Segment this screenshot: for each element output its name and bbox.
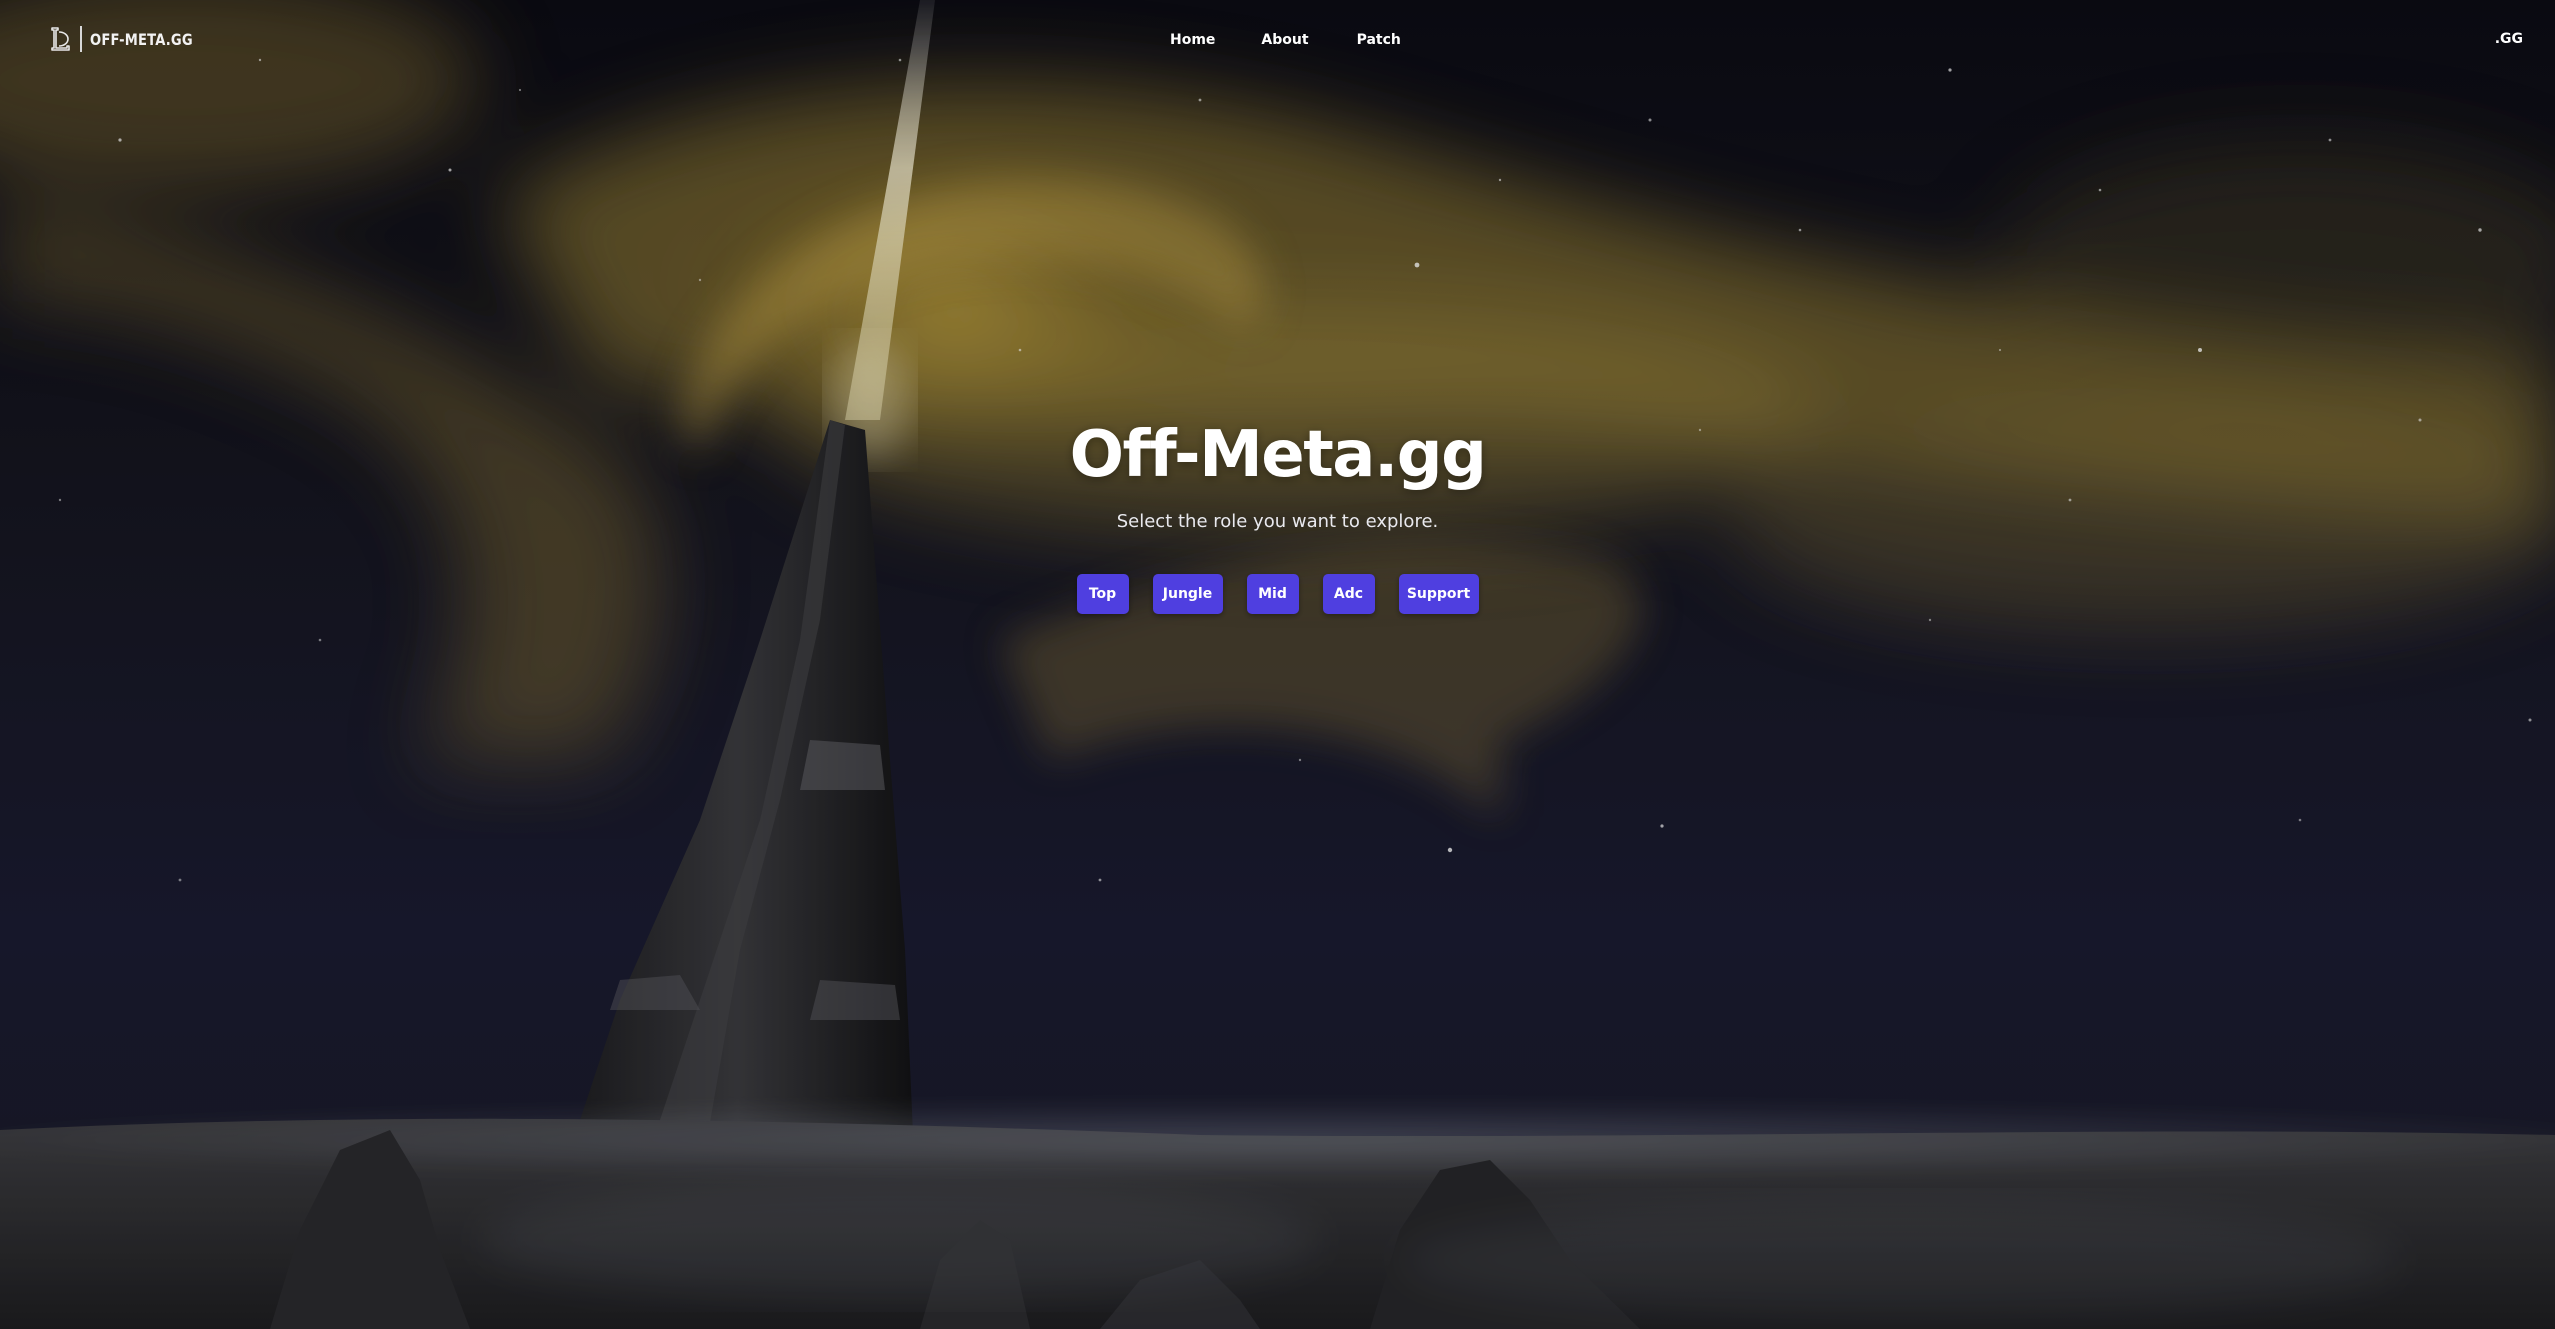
- role-adc-button[interactable]: Adc: [1322, 574, 1375, 614]
- role-top-button[interactable]: Top: [1076, 574, 1129, 614]
- brand-logo-link[interactable]: OFF-META.GG: [50, 24, 215, 54]
- page: OFF-META.GG Home About Patch .GG Off-Met…: [0, 0, 2555, 1329]
- top-navigation-bar: OFF-META.GG Home About Patch .GG: [0, 0, 2555, 80]
- role-jungle-button[interactable]: Jungle: [1152, 574, 1223, 614]
- brand-divider: [80, 26, 82, 52]
- nav-patch-link[interactable]: Patch: [1357, 30, 1401, 50]
- brand-name: OFF-META.GG: [90, 29, 193, 49]
- hero-title: Off-Meta.gg: [1069, 418, 1487, 492]
- gg-link[interactable]: .GG: [2495, 31, 2523, 47]
- league-logo-icon: [51, 27, 70, 51]
- hero-subtitle: Select the role you want to explore.: [1116, 511, 1439, 532]
- role-button-group: Top Jungle Mid Adc Support: [0, 574, 2555, 614]
- main-nav: Home About Patch: [1150, 30, 1401, 50]
- nav-home-link[interactable]: Home: [1170, 30, 1215, 50]
- nav-about-link[interactable]: About: [1261, 30, 1308, 50]
- role-support-button[interactable]: Support: [1398, 574, 1479, 614]
- hero-background-image: [0, 0, 2555, 1329]
- hero-section: Off-Meta.gg Select the role you want to …: [0, 410, 2555, 614]
- role-mid-button[interactable]: Mid: [1246, 574, 1299, 614]
